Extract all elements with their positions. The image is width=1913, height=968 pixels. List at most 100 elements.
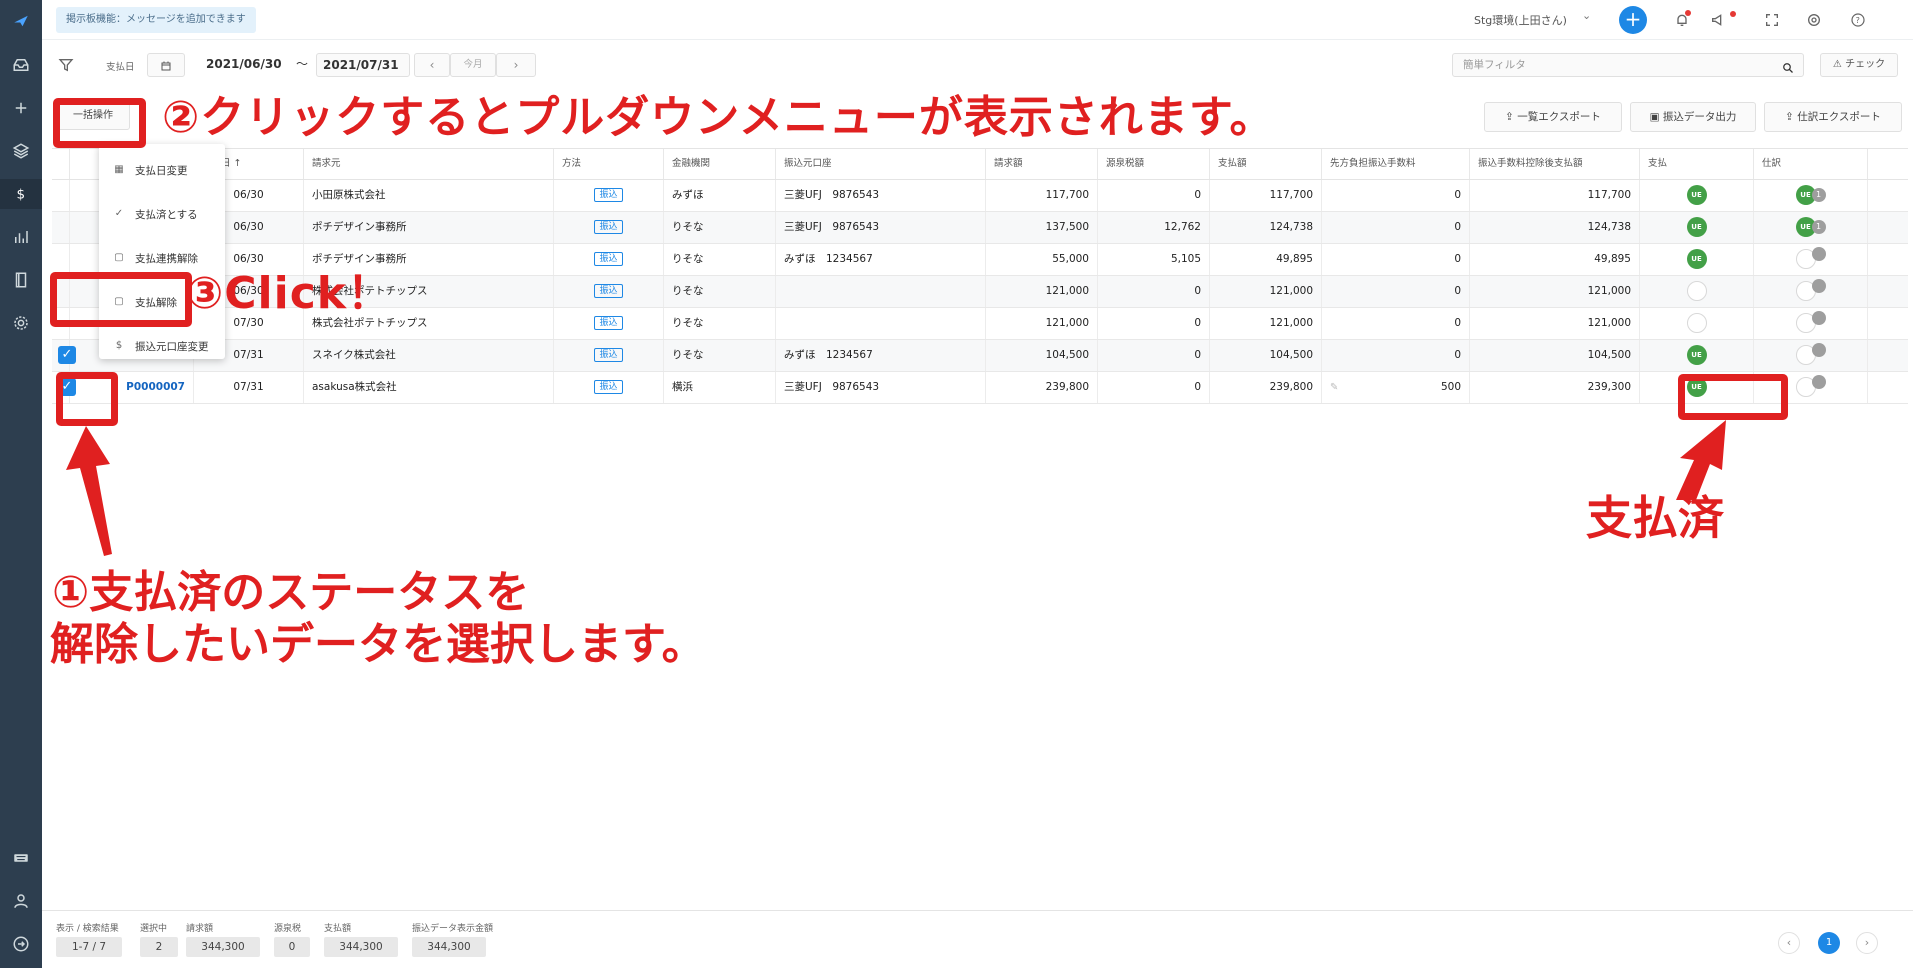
- logout-icon[interactable]: [0, 929, 42, 959]
- prev-page-button[interactable]: ‹: [1778, 932, 1800, 954]
- summary-label: 振込データ表示金額: [412, 924, 494, 934]
- journal-count-badge: 1: [1811, 188, 1826, 202]
- net-amount: 239,300: [1470, 372, 1640, 403]
- page-number-button[interactable]: 1: [1818, 932, 1840, 954]
- vendor-name: ポチデザイン事務所: [304, 212, 554, 243]
- method-badge: 振込: [594, 188, 623, 202]
- unpaid-status-icon[interactable]: [1686, 313, 1707, 333]
- column-header: 振込元口座: [776, 149, 986, 179]
- help-icon[interactable]: ?: [1848, 10, 1868, 30]
- method-badge: 振込: [594, 220, 623, 234]
- summary-footer: 表示 / 検索結果 1-7 / 7 選択中 2 請求額 344,300 源泉税 0 支払額 344…: [42, 910, 1913, 968]
- logo-icon[interactable]: [0, 6, 42, 36]
- create-button[interactable]: +: [1619, 6, 1647, 34]
- inbox-icon[interactable]: [0, 50, 42, 80]
- next-page-button[interactable]: ›: [1856, 932, 1878, 954]
- source-account: [776, 308, 986, 339]
- annotation-step1-line2: 解除したいデータを選択します。: [50, 619, 706, 670]
- chevron-down-icon[interactable]: ⌄: [1582, 9, 1591, 22]
- method-badge: 振込: [594, 348, 623, 362]
- table-row[interactable]: P000000306/30小田原株式会社振込みずほ三菱UFJ 987654311…: [52, 180, 1908, 212]
- unpaid-status-icon[interactable]: [1686, 281, 1707, 301]
- book-icon[interactable]: [0, 265, 42, 295]
- bank-name: りそな: [664, 276, 776, 307]
- calendar-icon[interactable]: [147, 53, 185, 77]
- journal-export-button[interactable]: ⇪ 仕訳エクスポート: [1764, 102, 1902, 132]
- dropdown-item-label: 振込元口座変更: [135, 341, 209, 353]
- fee-cell: 0: [1322, 180, 1470, 211]
- check-button[interactable]: ⚠ チェック: [1820, 53, 1898, 77]
- date-to-input[interactable]: 2021/07/31: [316, 53, 410, 77]
- method-cell: 振込: [554, 244, 664, 275]
- journal-pending-dot: [1811, 311, 1826, 325]
- billed-amount: 239,800: [986, 372, 1098, 403]
- export-icon: ⇪: [1785, 111, 1798, 123]
- summary-value: 344,300: [412, 937, 486, 957]
- row-checkbox-cell: [52, 212, 70, 243]
- column-header: 仕訳: [1754, 149, 1868, 179]
- date-from-input[interactable]: 2021/06/30: [200, 53, 292, 77]
- summary-label: 表示 / 検索結果: [56, 924, 119, 934]
- dropdown-item[interactable]: ▦ 支払日変更: [99, 156, 225, 186]
- bank-name: みずほ: [664, 180, 776, 211]
- keyboard-icon[interactable]: [0, 843, 42, 873]
- export-list-button[interactable]: ⇪ 一覧エクスポート: [1484, 102, 1622, 132]
- annotation-step3: ③Click！: [186, 268, 393, 319]
- megaphone-icon[interactable]: [1708, 10, 1736, 30]
- table-header-row: 支払日 ↑請求元方法金融機関振込元口座請求額源泉税額支払額先方負担振込手数料振込…: [52, 148, 1908, 180]
- dropdown-item[interactable]: $ 振込元口座変更: [99, 332, 225, 362]
- payment-amount: 121,000: [1210, 308, 1322, 339]
- paid-status-icon[interactable]: UE: [1686, 217, 1707, 237]
- user-icon[interactable]: [0, 886, 42, 916]
- dollar-icon: $: [115, 340, 123, 351]
- net-amount: 49,895: [1470, 244, 1640, 275]
- search-icon[interactable]: [1782, 59, 1794, 73]
- transfer-output-button[interactable]: ▣ 振込データ出力: [1630, 102, 1756, 132]
- net-amount: 124,738: [1470, 212, 1640, 243]
- summary-value: 344,300: [324, 937, 398, 957]
- paid-status-icon[interactable]: UE: [1686, 249, 1707, 269]
- search-input[interactable]: 簡単フィルタ: [1452, 53, 1804, 77]
- payment-amount: 49,895: [1210, 244, 1322, 275]
- table-row[interactable]: P000000406/30ポチデザイン事務所振込りそな三菱UFJ 9876543…: [52, 212, 1908, 244]
- support-icon[interactable]: [1804, 10, 1824, 30]
- journal-status-cell: UE 1: [1754, 212, 1868, 243]
- chart-icon[interactable]: [0, 222, 42, 252]
- next-month-button[interactable]: ›: [496, 53, 536, 77]
- summary-value: 0: [274, 937, 310, 957]
- bell-icon[interactable]: [1672, 10, 1692, 30]
- table-row[interactable]: ✓P000000807/31スネイク株式会社振込りそなみずほ 123456710…: [52, 340, 1908, 372]
- add-icon[interactable]: [0, 93, 42, 123]
- method-cell: 振込: [554, 340, 664, 371]
- layers-icon[interactable]: [0, 136, 42, 166]
- bank-name: りそな: [664, 244, 776, 275]
- summary-label: 選択中: [140, 924, 168, 934]
- paid-status-icon[interactable]: UE: [1686, 345, 1707, 365]
- fee-value: 0: [1454, 317, 1461, 329]
- journal-pending-dot: [1811, 343, 1826, 357]
- bank-name: 横浜: [664, 372, 776, 403]
- sidebar: $: [0, 0, 42, 968]
- payment-status-cell: UE: [1640, 212, 1754, 243]
- settings-icon[interactable]: [0, 308, 42, 338]
- method-badge: 振込: [594, 316, 623, 330]
- fullscreen-icon[interactable]: [1762, 10, 1782, 30]
- table-row[interactable]: ✓ P0000007 07/31 asakusa株式会社 振込 横浜 三菱UFJ 98765…: [52, 372, 1908, 404]
- environment-selector[interactable]: Stg環境(上田さん): [1474, 12, 1567, 28]
- payment-icon[interactable]: $: [0, 179, 42, 209]
- net-amount: 121,000: [1470, 308, 1640, 339]
- row-checkbox-cell: ✓: [52, 340, 76, 371]
- prev-month-button[interactable]: ‹: [414, 53, 450, 77]
- this-month-button[interactable]: 今月: [450, 53, 496, 77]
- dropdown-item[interactable]: ✓ 支払済とする: [99, 200, 225, 230]
- payment-amount: 104,500: [1210, 340, 1322, 371]
- warning-icon: ⚠: [1832, 59, 1846, 70]
- edit-icon[interactable]: ✎: [1330, 372, 1338, 403]
- column-header: 支払額: [1210, 149, 1322, 179]
- billed-amount: 117,700: [986, 180, 1098, 211]
- paid-status-icon[interactable]: UE: [1686, 185, 1707, 205]
- notice-board-button[interactable]: 掲示板機能：メッセージを追加できます: [56, 7, 256, 33]
- filter-icon[interactable]: [58, 57, 74, 73]
- billed-amount: 121,000: [986, 308, 1098, 339]
- column-header: 支払: [1640, 149, 1754, 179]
